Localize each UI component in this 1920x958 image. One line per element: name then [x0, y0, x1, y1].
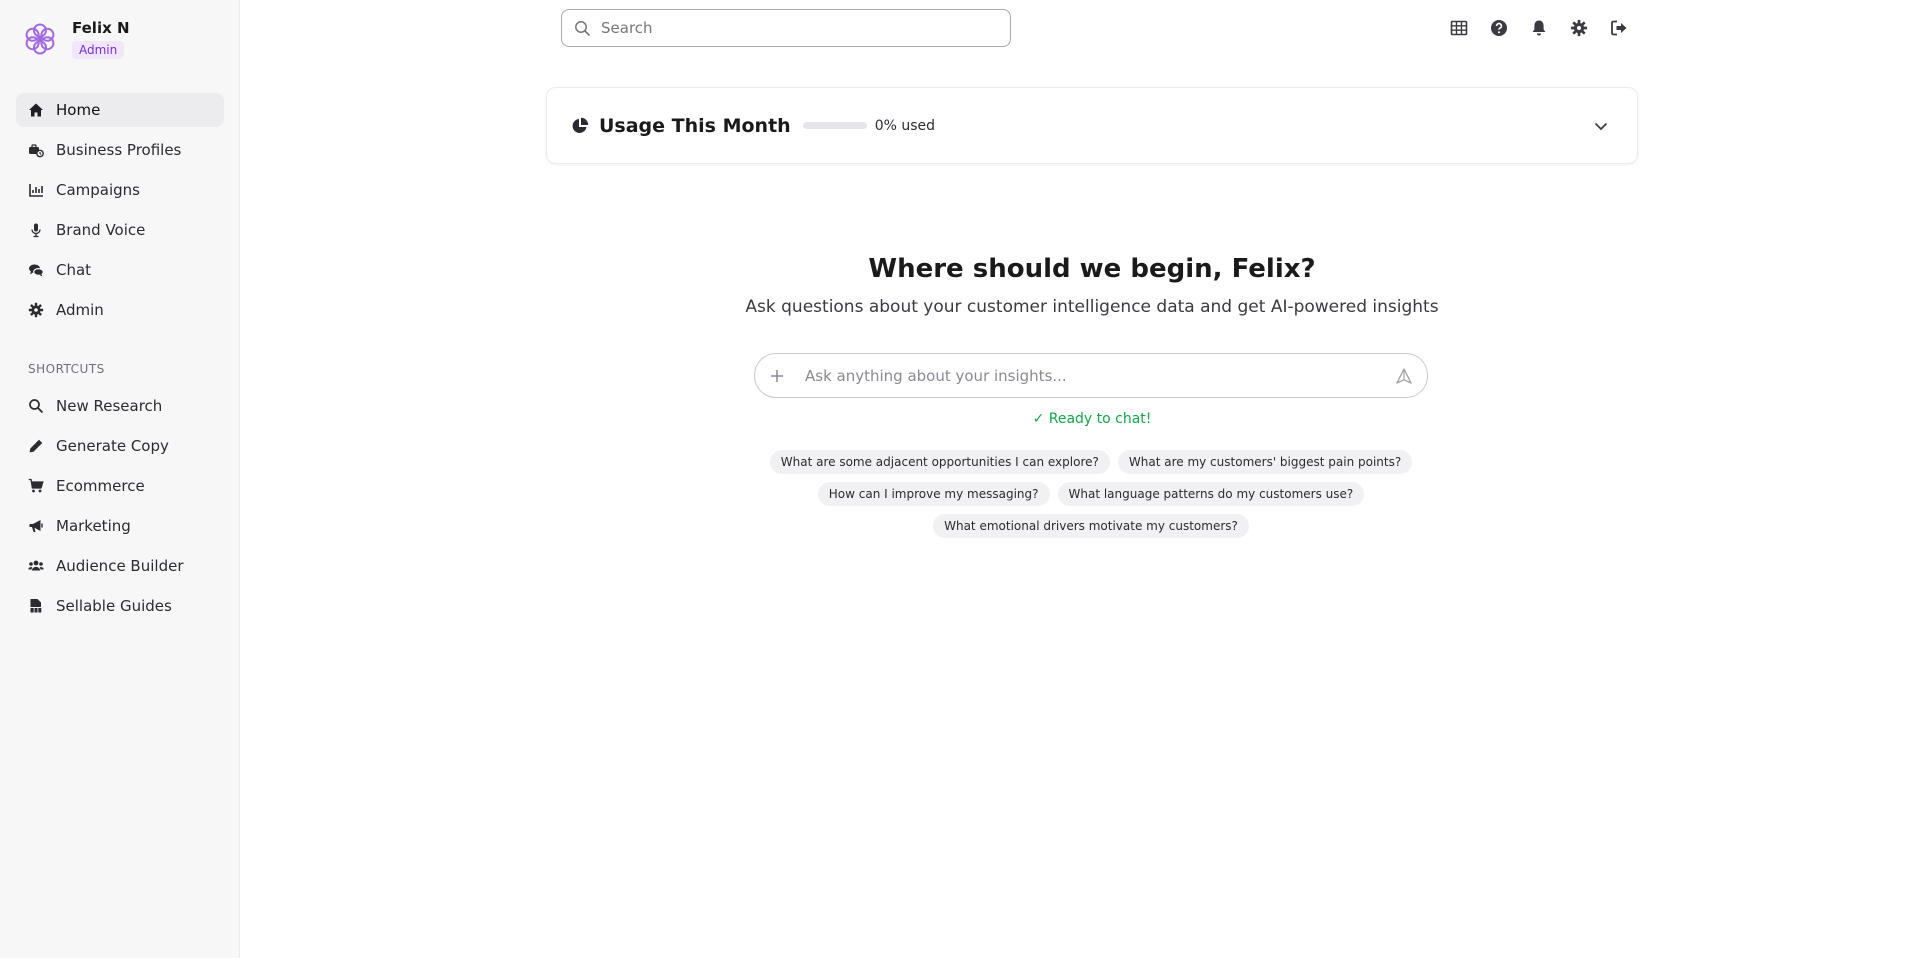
sidebar: Felix N Admin Home Business Profiles Cam… — [0, 0, 240, 958]
shortcuts-nav: New Research Generate Copy Ecommerce Mar… — [16, 389, 224, 629]
chat-composer — [754, 353, 1428, 398]
shortcut-sellable-guides[interactable]: Sellable Guides — [16, 589, 224, 623]
home-icon — [29, 103, 43, 117]
shortcuts-heading: SHORTCUTS — [28, 362, 105, 376]
shortcut-ecommerce[interactable]: Ecommerce — [16, 469, 224, 503]
nav-item-label: Audience Builder — [56, 557, 184, 575]
chevron-down-icon — [1594, 122, 1608, 130]
suggestion-chip[interactable]: How can I improve my messaging? — [817, 482, 1050, 506]
nav-item-label: Marketing — [56, 517, 131, 535]
nav-item-label: Business Profiles — [56, 141, 182, 159]
nav-item-label: Home — [56, 101, 101, 119]
plus-icon[interactable] — [769, 368, 785, 384]
business-icon — [29, 144, 44, 158]
cart-icon — [28, 478, 44, 493]
pie-chart-icon — [572, 117, 589, 133]
nav-item-admin[interactable]: Admin — [16, 293, 224, 327]
pdf-icon — [30, 599, 42, 613]
help-button[interactable] — [1487, 16, 1511, 40]
help-icon — [1491, 20, 1507, 36]
nav-item-label: Brand Voice — [56, 221, 146, 239]
search-icon — [575, 20, 591, 36]
nav-item-label: Admin — [56, 301, 104, 319]
nav-item-label: Ecommerce — [56, 477, 145, 495]
suggestion-chip[interactable]: What emotional drivers motivate my custo… — [933, 514, 1249, 538]
notifications-button[interactable] — [1527, 16, 1551, 40]
bell-icon — [1532, 20, 1546, 36]
suggestion-chip[interactable]: What are some adjacent opportunities I c… — [769, 450, 1110, 474]
chat-icon — [29, 264, 44, 277]
main-nav: Home Business Profiles Campaigns Brand V… — [16, 93, 224, 333]
logout-button[interactable] — [1607, 16, 1631, 40]
usage-progress-bar — [802, 122, 867, 129]
shortcut-new-research[interactable]: New Research — [16, 389, 224, 423]
microphone-icon — [31, 223, 41, 238]
nav-item-home[interactable]: Home — [16, 93, 224, 127]
global-search[interactable] — [561, 9, 1011, 47]
shortcut-marketing[interactable]: Marketing — [16, 509, 224, 543]
suggestion-chips: What are some adjacent opportunities I c… — [754, 450, 1428, 538]
top-toolbar — [1447, 16, 1647, 40]
logout-icon — [1611, 20, 1627, 36]
user-profile[interactable]: Felix N Admin — [22, 18, 130, 59]
gear-icon — [1570, 19, 1588, 37]
flower-logo-icon — [25, 23, 55, 55]
table-button[interactable] — [1447, 16, 1471, 40]
shortcut-audience-builder[interactable]: Audience Builder — [16, 549, 224, 583]
settings-button[interactable] — [1567, 16, 1591, 40]
hero-title: Where should we begin, Felix? — [868, 254, 1316, 284]
nav-item-campaigns[interactable]: Campaigns — [16, 173, 224, 207]
hero-subtitle: Ask questions about your customer intell… — [745, 297, 1439, 317]
nav-item-label: Sellable Guides — [56, 597, 172, 615]
chart-icon — [29, 184, 43, 197]
table-icon — [1450, 20, 1468, 36]
suggestion-chip[interactable]: What language patterns do my customers u… — [1057, 482, 1365, 506]
nav-item-business-profiles[interactable]: Business Profiles — [16, 133, 224, 167]
usage-card[interactable]: Usage This Month 0% used — [546, 87, 1638, 164]
send-icon[interactable] — [1395, 367, 1413, 385]
search-input[interactable] — [601, 19, 991, 37]
nav-item-brand-voice[interactable]: Brand Voice — [16, 213, 224, 247]
usage-percent: 0% used — [874, 117, 936, 134]
megaphone-icon — [29, 520, 43, 532]
user-name: Felix N — [72, 19, 130, 37]
expand-usage-button[interactable] — [1589, 114, 1613, 138]
chat-input[interactable] — [805, 366, 1385, 385]
shortcut-generate-copy[interactable]: Generate Copy — [16, 429, 224, 463]
nav-item-label: Generate Copy — [56, 437, 169, 455]
usage-title: Usage This Month — [599, 114, 791, 137]
nav-item-label: New Research — [56, 397, 163, 415]
nav-item-label: Campaigns — [56, 181, 141, 199]
gear-icon — [28, 302, 44, 318]
suggestion-chip[interactable]: What are my customers' biggest pain poin… — [1117, 450, 1413, 474]
pencil-icon — [29, 439, 43, 453]
nav-item-label: Chat — [56, 261, 92, 279]
nav-item-chat[interactable]: Chat — [16, 253, 224, 287]
chat-status: ✓ Ready to chat! — [1032, 411, 1152, 427]
search-icon — [29, 399, 44, 414]
role-badge: Admin — [72, 41, 125, 59]
users-icon — [28, 560, 44, 571]
